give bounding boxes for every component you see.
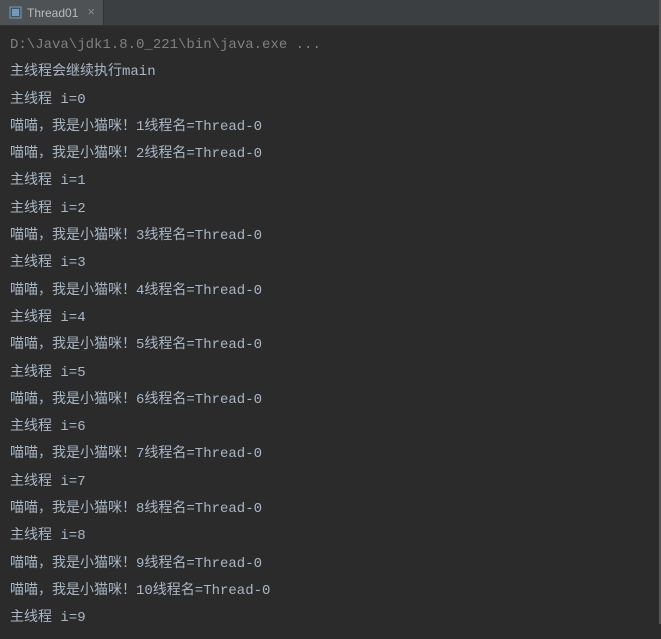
output-line: 主线程 i=0 [10, 87, 651, 114]
output-line: 喵喵，我是小猫咪！6线程名=Thread-0 [10, 387, 651, 414]
output-line: 喵喵，我是小猫咪！4线程名=Thread-0 [10, 278, 651, 305]
tab-bar: Thread01 × [0, 0, 661, 26]
command-line: D:\Java\jdk1.8.0_221\bin\java.exe ... [10, 32, 651, 59]
output-line: 主线程 i=4 [10, 305, 651, 332]
console-output: D:\Java\jdk1.8.0_221\bin\java.exe ... 主线… [0, 26, 661, 639]
output-line: 主线程 i=7 [10, 469, 651, 496]
output-line: 主线程 i=8 [10, 523, 651, 550]
output-line: 喵喵，我是小猫咪！10线程名=Thread-0 [10, 578, 651, 605]
output-line: 喵喵，我是小猫咪！1线程名=Thread-0 [10, 114, 651, 141]
output-line: 主线程会继续执行main [10, 59, 651, 86]
tab-thread01[interactable]: Thread01 × [0, 0, 104, 25]
output-line: 喵喵，我是小猫咪！2线程名=Thread-0 [10, 141, 651, 168]
output-line: 主线程 i=2 [10, 196, 651, 223]
output-line: 喵喵，我是小猫咪！7线程名=Thread-0 [10, 441, 651, 468]
run-icon [8, 6, 22, 20]
output-lines-container: 主线程会继续执行main主线程 i=0喵喵，我是小猫咪！1线程名=Thread-… [10, 59, 651, 632]
output-line: 主线程 i=3 [10, 250, 651, 277]
output-line: 主线程 i=6 [10, 414, 651, 441]
close-icon[interactable]: × [87, 5, 95, 20]
output-line: 喵喵，我是小猫咪！9线程名=Thread-0 [10, 551, 651, 578]
output-line: 主线程 i=9 [10, 605, 651, 632]
tab-label: Thread01 [27, 6, 78, 20]
output-line: 喵喵，我是小猫咪！5线程名=Thread-0 [10, 332, 651, 359]
output-line: 喵喵，我是小猫咪！3线程名=Thread-0 [10, 223, 651, 250]
output-line: 主线程 i=1 [10, 168, 651, 195]
output-line: 喵喵，我是小猫咪！8线程名=Thread-0 [10, 496, 651, 523]
output-line: 主线程 i=5 [10, 360, 651, 387]
